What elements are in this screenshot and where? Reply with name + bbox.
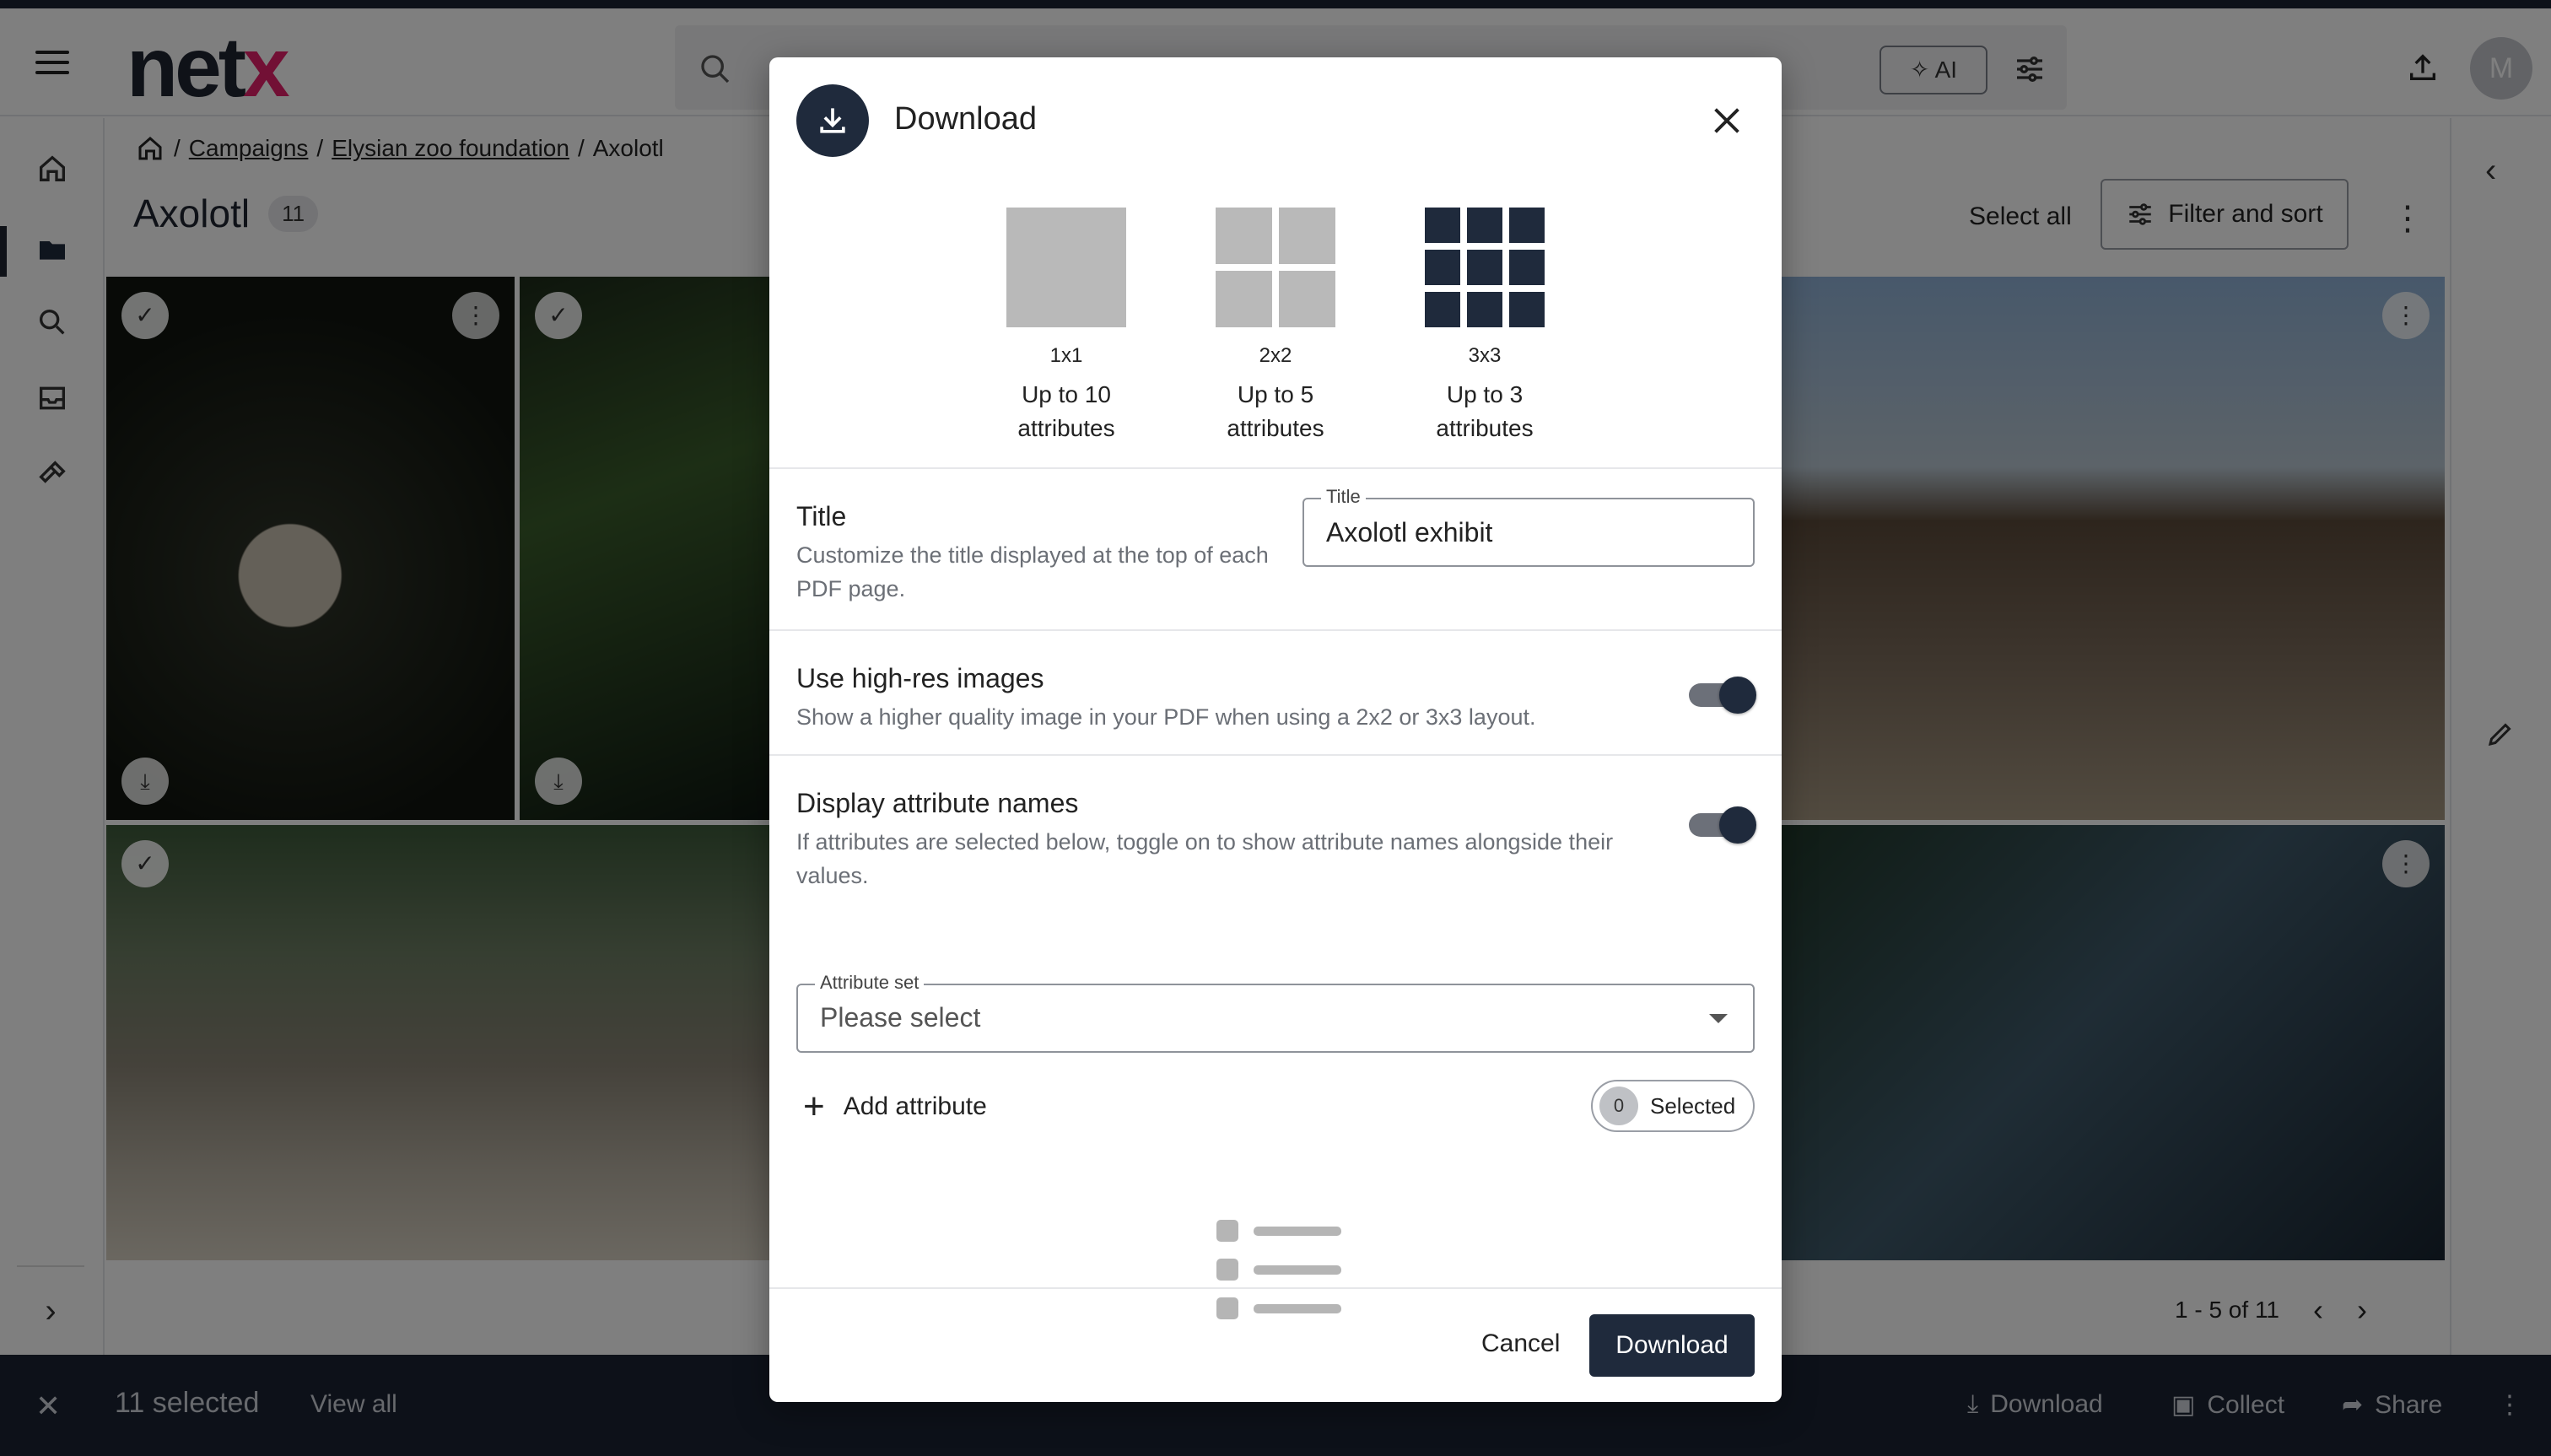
attribute-set-value: Please select (820, 1002, 981, 1033)
layout-2x2-preview (1216, 208, 1335, 327)
cancel-button[interactable]: Cancel (1470, 1321, 1572, 1367)
high-res-description: Show a higher quality image in your PDF … (796, 704, 1536, 730)
download-dialog: Download 1x1 Up to 10 attributes 2x2 Up t… (769, 57, 1782, 1402)
attribute-names-toggle[interactable] (1689, 806, 1756, 844)
selected-attributes-chip[interactable]: 0 Selected (1591, 1080, 1755, 1132)
selected-count-badge: 0 (1599, 1087, 1638, 1125)
high-res-toggle[interactable] (1689, 677, 1756, 714)
title-section: Title Customize the title displayed at t… (769, 467, 1782, 629)
dialog-footer: Cancel Download (769, 1287, 1782, 1402)
attribute-names-heading: Display attribute names (796, 788, 1079, 818)
add-attribute-button[interactable]: + Add attribute (803, 1086, 987, 1127)
close-icon[interactable] (1707, 101, 1746, 140)
download-button[interactable]: Download (1589, 1314, 1755, 1377)
plus-icon: + (803, 1086, 825, 1127)
layout-1x1-preview (1006, 208, 1126, 327)
layout-3x3-preview (1425, 208, 1545, 327)
download-icon (796, 84, 869, 157)
high-res-heading: Use high-res images (796, 663, 1044, 693)
title-field-label: Title (1321, 486, 1366, 508)
high-res-section: Use high-res images Show a higher qualit… (769, 629, 1782, 754)
dropdown-arrow-icon (1709, 1014, 1728, 1023)
attribute-names-section: Display attribute names If attributes ar… (769, 754, 1782, 1345)
dialog-title: Download (894, 101, 1037, 137)
attribute-set-label: Attribute set (815, 972, 925, 994)
dialog-header: Download (769, 57, 1782, 184)
layout-options: 1x1 Up to 10 attributes 2x2 Up to 5 attrib… (769, 208, 1782, 461)
layout-option-3x3[interactable]: 3x3 Up to 3 attributes (1400, 208, 1569, 445)
title-field[interactable]: Title (1302, 486, 1755, 567)
attribute-names-description: If attributes are selected below, toggle… (796, 829, 1614, 888)
title-section-heading: Title (796, 501, 847, 531)
attribute-set-select[interactable]: Attribute set Please select (796, 972, 1755, 1053)
title-input[interactable] (1326, 515, 1731, 550)
title-section-description: Customize the title displayed at the top… (796, 542, 1269, 601)
layout-option-1x1[interactable]: 1x1 Up to 10 attributes (982, 208, 1151, 445)
layout-option-2x2[interactable]: 2x2 Up to 5 attributes (1191, 208, 1360, 445)
